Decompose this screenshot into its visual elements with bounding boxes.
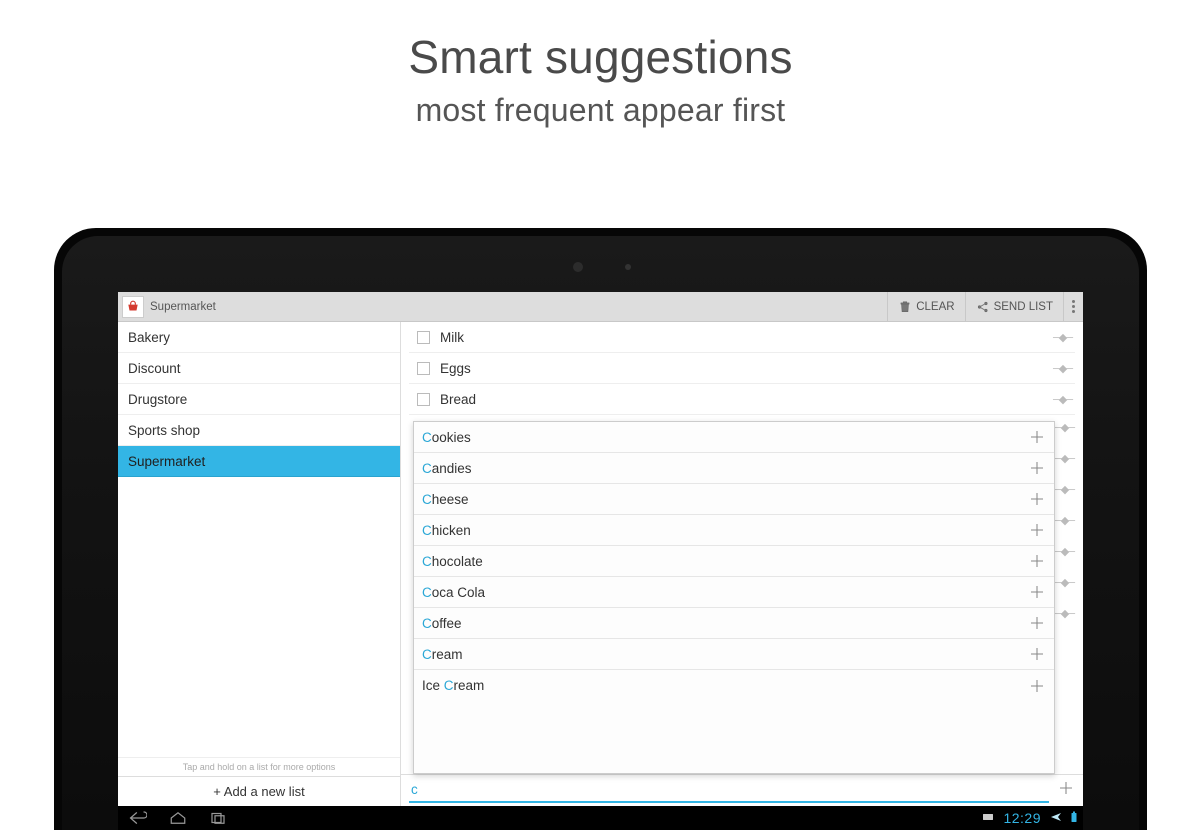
plus-icon[interactable]: [1028, 490, 1046, 508]
send-list-button[interactable]: SEND LIST: [965, 292, 1063, 321]
item-label: Bread: [440, 392, 1053, 407]
suggestion-label: Chocolate: [422, 554, 1028, 569]
suggestion-label: Cheese: [422, 492, 1028, 507]
suggestion-item[interactable]: Chicken: [414, 515, 1054, 546]
suggestion-label: Ice Cream: [422, 678, 1028, 693]
drag-handle-icon[interactable]: ─◆─: [1055, 452, 1077, 463]
sidebar-item[interactable]: Sports shop: [118, 415, 400, 446]
item-label: Milk: [440, 330, 1053, 345]
add-item-row: [401, 774, 1083, 806]
suggestion-item[interactable]: Ice Cream: [414, 670, 1054, 701]
item-checkbox[interactable]: [417, 362, 430, 375]
add-item-button[interactable]: [1057, 779, 1075, 802]
app-window: Supermarket CLEAR SEND LIST Bak: [118, 292, 1083, 806]
send-list-button-label: SEND LIST: [994, 301, 1053, 313]
action-bar: Supermarket CLEAR SEND LIST: [118, 292, 1083, 322]
nav-recent-button[interactable]: [198, 806, 238, 830]
hero-title: Smart suggestions: [0, 30, 1201, 84]
plus-icon[interactable]: [1028, 459, 1046, 477]
list-item[interactable]: Eggs─◆─: [409, 353, 1075, 384]
trash-icon: [898, 300, 912, 314]
camera-dot: [573, 262, 583, 272]
suggestion-label: Coca Cola: [422, 585, 1028, 600]
suggestion-label: Chicken: [422, 523, 1028, 538]
add-item-input[interactable]: [409, 779, 1049, 803]
item-checkbox[interactable]: [417, 331, 430, 344]
suggestion-item[interactable]: Chocolate: [414, 546, 1054, 577]
sidebar-item[interactable]: Bakery: [118, 322, 400, 353]
plus-icon[interactable]: [1028, 677, 1046, 695]
nav-home-button[interactable]: [158, 806, 198, 830]
sidebar: BakeryDiscountDrugstoreSports shopSuperm…: [118, 322, 401, 806]
item-label: Eggs: [440, 361, 1053, 376]
plus-icon[interactable]: [1028, 583, 1046, 601]
drag-handle-icon[interactable]: ─◆─: [1053, 362, 1075, 375]
drag-handle-icon[interactable]: ─◆─: [1055, 545, 1077, 556]
battery-icon: [1068, 811, 1080, 826]
suggestion-item[interactable]: Cookies: [414, 422, 1054, 453]
suggestion-item[interactable]: Cheese: [414, 484, 1054, 515]
plus-icon[interactable]: [1028, 645, 1046, 663]
system-bar: 12:29: [118, 806, 1083, 830]
keyboard-icon: [982, 811, 994, 826]
sidebar-item[interactable]: Supermarket: [118, 446, 400, 477]
plus-icon[interactable]: [1028, 521, 1046, 539]
suggestion-label: Coffee: [422, 616, 1028, 631]
suggestion-label: Cream: [422, 647, 1028, 662]
sidebar-item[interactable]: Discount: [118, 353, 400, 384]
suggestion-item[interactable]: Coffee: [414, 608, 1054, 639]
nav-back-button[interactable]: [118, 806, 158, 830]
plus-icon[interactable]: [1028, 428, 1046, 446]
drag-handle-icon[interactable]: ─◆─: [1053, 393, 1075, 406]
hero-subtitle: most frequent appear first: [0, 92, 1201, 129]
drag-handle-icon[interactable]: ─◆─: [1055, 576, 1077, 587]
drag-handle-icon[interactable]: ─◆─: [1055, 607, 1077, 618]
suggestion-item[interactable]: Coca Cola: [414, 577, 1054, 608]
tablet-frame: Supermarket CLEAR SEND LIST Bak: [54, 228, 1147, 830]
airplane-mode-icon: [1050, 811, 1062, 826]
clear-button[interactable]: CLEAR: [887, 292, 964, 321]
plus-icon[interactable]: [1028, 614, 1046, 632]
drag-handle-icon[interactable]: ─◆─: [1055, 514, 1077, 525]
sidebar-hint: Tap and hold on a list for more options: [118, 757, 400, 776]
suggestion-dropdown: Cookies Candies Cheese Chicken Chocolate Coca…: [413, 421, 1055, 774]
share-icon: [976, 300, 990, 314]
clear-button-label: CLEAR: [916, 301, 954, 313]
item-checkbox[interactable]: [417, 393, 430, 406]
suggestion-item[interactable]: Cream: [414, 639, 1054, 670]
app-logo-icon: [122, 296, 144, 318]
plus-icon[interactable]: [1028, 552, 1046, 570]
action-bar-title: Supermarket: [150, 301, 216, 313]
status-clock: 12:29: [1003, 810, 1041, 826]
plus-icon: [1057, 779, 1075, 797]
suggestion-item[interactable]: Candies: [414, 453, 1054, 484]
add-list-button[interactable]: + Add a new list: [118, 776, 400, 806]
list-item[interactable]: Bread─◆─: [409, 384, 1075, 415]
overflow-menu-button[interactable]: [1063, 292, 1083, 321]
list-item[interactable]: Milk─◆─: [409, 322, 1075, 353]
drag-handle-icon[interactable]: ─◆─: [1055, 483, 1077, 494]
suggestion-label: Candies: [422, 461, 1028, 476]
sensor-dot: [625, 264, 631, 270]
main-panel: Milk─◆─Eggs─◆─Bread─◆─ ─◆──◆──◆──◆──◆──◆…: [401, 322, 1083, 806]
tablet-screen: Supermarket CLEAR SEND LIST Bak: [118, 292, 1083, 830]
sidebar-item[interactable]: Drugstore: [118, 384, 400, 415]
drag-handle-icon[interactable]: ─◆─: [1055, 421, 1077, 432]
suggestion-label: Cookies: [422, 430, 1028, 445]
drag-handle-icon[interactable]: ─◆─: [1053, 331, 1075, 344]
